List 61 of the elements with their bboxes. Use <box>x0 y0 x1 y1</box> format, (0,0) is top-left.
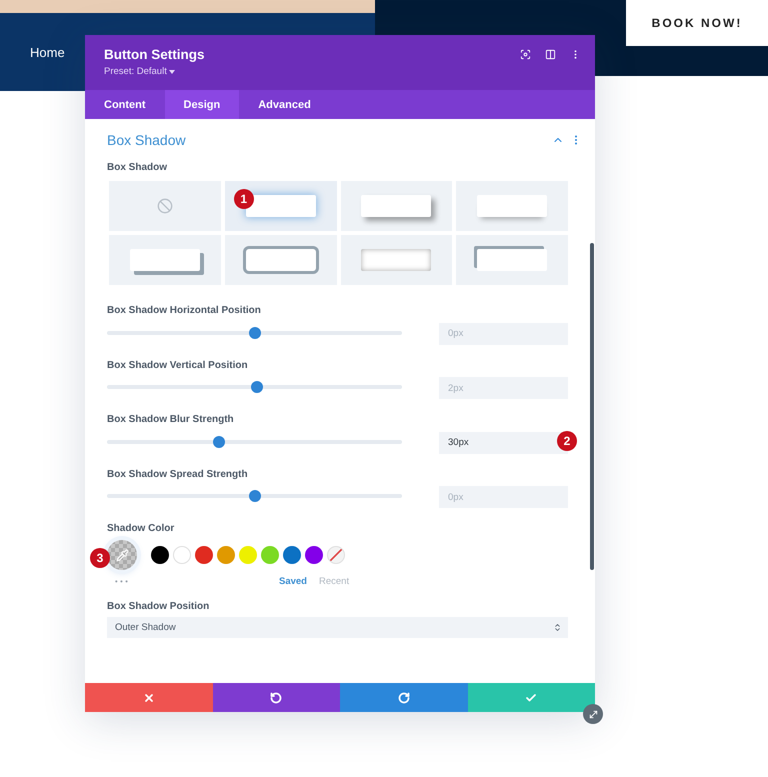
field-label: Box Shadow Position <box>107 601 210 612</box>
expand-icon[interactable] <box>520 49 531 60</box>
shadow-preview <box>246 195 316 217</box>
step-badge: 1 <box>234 189 254 209</box>
shadow-preset[interactable] <box>109 235 221 285</box>
value-field[interactable]: 0px <box>439 486 568 508</box>
close-icon <box>142 692 155 704</box>
field-label: Box Shadow Blur Strength <box>107 414 235 425</box>
field-label: Box Shadow Vertical Position <box>107 360 249 370</box>
shadow-preview <box>130 249 200 271</box>
shadow-preview <box>477 249 548 271</box>
field-label: Box Shadow <box>107 162 168 173</box>
color-swatch[interactable] <box>173 546 191 564</box>
shadow-preset[interactable] <box>224 235 336 285</box>
shadow-preview <box>361 249 432 271</box>
shadow-preview <box>361 195 432 217</box>
resize-handle[interactable] <box>583 704 603 724</box>
shadow-preset[interactable] <box>456 235 568 285</box>
checkmark-icon <box>525 692 538 704</box>
value-field[interactable]: 2px <box>439 377 568 399</box>
columns-icon[interactable] <box>545 49 556 60</box>
modal-title: Button Settings <box>104 47 204 62</box>
step-badge: 2 <box>557 431 577 451</box>
undo-icon <box>270 692 282 704</box>
redo-icon <box>398 692 410 704</box>
color-picker[interactable] <box>107 540 137 570</box>
tab[interactable]: Content <box>85 90 165 119</box>
palette-tab[interactable]: Saved <box>279 576 319 587</box>
preset-dropdown[interactable]: Preset: Default <box>104 66 204 77</box>
color-swatch[interactable] <box>239 546 257 564</box>
select-arrows-icon <box>553 623 562 632</box>
shadow-preset[interactable]: 1 <box>224 181 336 231</box>
position-select[interactable]: Outer Shadow <box>107 617 568 638</box>
color-swatch[interactable] <box>151 546 169 564</box>
slider-thumb[interactable] <box>248 326 260 339</box>
tab[interactable]: Design <box>164 90 240 119</box>
book-now-button[interactable]: BOOK NOW! <box>626 0 768 46</box>
section-title[interactable]: Box Shadow <box>107 132 186 148</box>
clear-color-swatch[interactable] <box>327 546 345 564</box>
tab[interactable]: Advanced <box>239 90 330 119</box>
shadow-preset[interactable] <box>340 181 452 231</box>
field-label: Shadow Color <box>107 523 176 534</box>
color-swatch[interactable] <box>283 546 301 564</box>
slider-thumb[interactable] <box>213 436 226 448</box>
scrollbar[interactable] <box>590 243 594 570</box>
shadow-preview <box>477 195 548 217</box>
color-swatch[interactable] <box>305 546 323 564</box>
value-field[interactable]: 0px <box>439 322 568 344</box>
color-swatch[interactable] <box>261 546 279 564</box>
field-label: Box Shadow Spread Strength <box>107 468 249 480</box>
slider-thumb[interactable] <box>251 381 264 394</box>
step-badge: 3 <box>90 548 110 568</box>
no-shadow-icon <box>156 198 173 214</box>
shadow-preview <box>246 249 316 271</box>
color-swatch[interactable] <box>195 546 213 564</box>
eyedropper-icon <box>116 548 128 562</box>
nav-link[interactable]: Home <box>30 45 65 60</box>
caret-icon <box>169 70 176 74</box>
slider-thumb[interactable] <box>248 490 260 502</box>
field-label: Box Shadow Horizontal Position <box>107 305 262 316</box>
color-swatch[interactable] <box>217 546 235 564</box>
